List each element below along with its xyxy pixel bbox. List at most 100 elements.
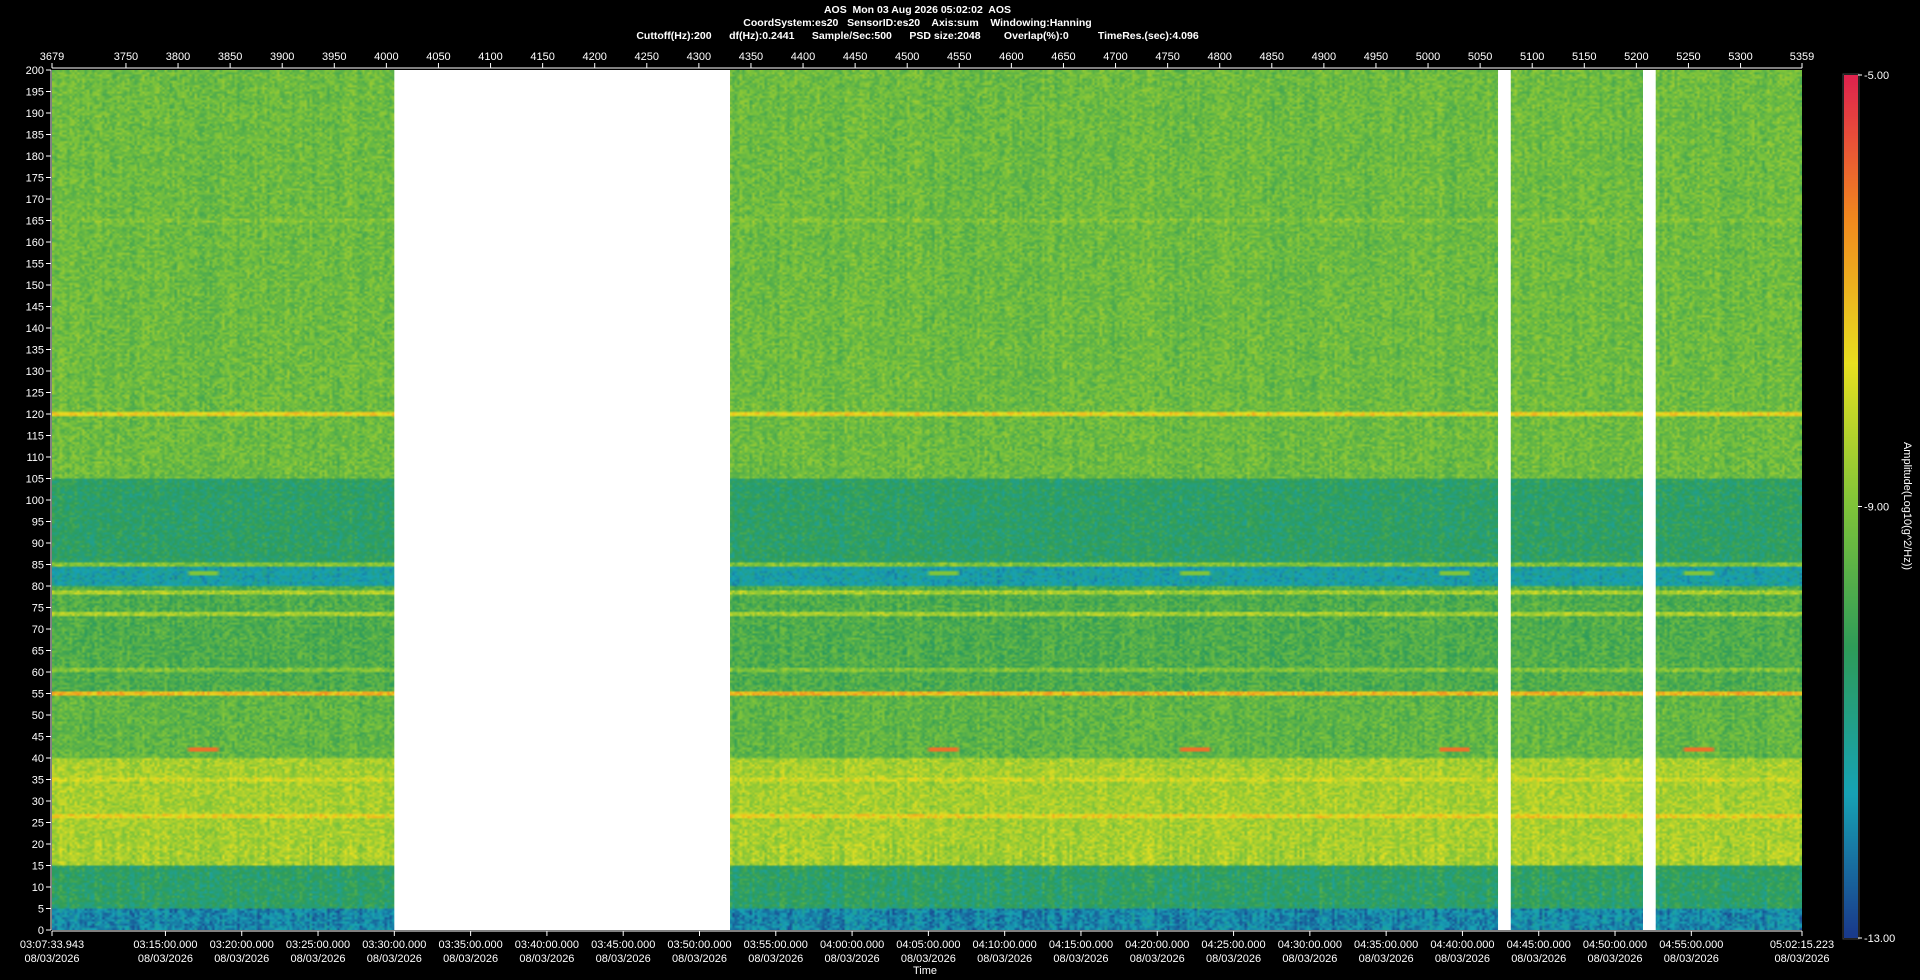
time-tick-label: 04:15:00.000 (1049, 939, 1113, 951)
colorbar (1844, 75, 1858, 938)
y-tick-label: 170 (26, 194, 44, 206)
time-tick-label: 04:55:00.000 (1659, 939, 1723, 951)
y-tick-label: 95 (32, 517, 44, 529)
y-tick-label: 165 (26, 216, 44, 228)
y-tick-label: 30 (32, 796, 44, 808)
date-tick-label: 08/03/2026 (290, 953, 345, 965)
y-tick-label: 70 (32, 624, 44, 636)
colorbar-tick-label: -9.00 (1864, 502, 1889, 514)
time-tick-label: 05:02:15.223 (1770, 939, 1834, 951)
top-tick-label: 4450 (843, 51, 867, 63)
data-gap-0 (394, 70, 731, 930)
top-tick-label: 4750 (1155, 51, 1179, 63)
time-tick-label: 03:30:00.000 (362, 939, 426, 951)
date-tick-label: 08/03/2026 (977, 953, 1032, 965)
date-tick-label: 08/03/2026 (1511, 953, 1566, 965)
time-tick-label: 03:20:00.000 (210, 939, 274, 951)
time-tick-label: 03:55:00.000 (744, 939, 808, 951)
time-tick-label: 04:30:00.000 (1278, 939, 1342, 951)
x-axis-label: Time (913, 965, 937, 977)
time-tick-label: 03:07:33.943 (20, 939, 84, 951)
top-tick-label: 5359 (1790, 51, 1814, 63)
date-tick-label: 08/03/2026 (138, 953, 193, 965)
y-tick-label: 200 (26, 65, 44, 77)
y-tick-label: 20 (32, 839, 44, 851)
colorbar-label: Amplitude(Log10(g^2/Hz)) (1901, 442, 1913, 570)
date-tick-label: 08/03/2026 (672, 953, 727, 965)
y-tick-label: 80 (32, 581, 44, 593)
time-tick-label: 03:15:00.000 (133, 939, 197, 951)
time-tick-label: 04:00:00.000 (820, 939, 884, 951)
top-tick-label: 5200 (1624, 51, 1648, 63)
y-tick-label: 105 (26, 474, 44, 486)
colorbar-ticks: -5.00 -9.00 -13.00 (1858, 70, 1895, 945)
y-tick-label: 75 (32, 603, 44, 615)
y-tick-label: 110 (26, 452, 44, 464)
time-tick-label: 03:50:00.000 (667, 939, 731, 951)
date-tick-label: 08/03/2026 (519, 953, 574, 965)
date-tick-label: 08/03/2026 (596, 953, 651, 965)
colorbar-tick-label: -13.00 (1864, 933, 1895, 945)
time-tick-label: 03:25:00.000 (286, 939, 350, 951)
time-tick-label: 04:40:00.000 (1430, 939, 1494, 951)
colorbar-tick-label: -5.00 (1864, 70, 1889, 82)
top-tick-label: 4000 (374, 51, 398, 63)
top-tick-label: 3679 (40, 51, 64, 63)
top-tick-label: 5150 (1572, 51, 1596, 63)
top-tick-label: 4650 (1051, 51, 1075, 63)
top-tick-label: 5250 (1676, 51, 1700, 63)
spectrogram-chart: 3679 3750 3800 3850 3900 3950 4000 4050 4100 4150… (20, 51, 1913, 977)
y-tick-label: 90 (32, 538, 44, 550)
y-tick-label: 130 (26, 366, 44, 378)
date-tick-label: 08/03/2026 (214, 953, 269, 965)
y-tick-label: 65 (32, 646, 44, 658)
date-tick-label: 08/03/2026 (1435, 953, 1490, 965)
y-tick-label: 115 (26, 431, 44, 443)
top-tick-label: 4250 (635, 51, 659, 63)
time-tick-label: 04:35:00.000 (1354, 939, 1418, 951)
date-tick-label: 08/03/2026 (1587, 953, 1642, 965)
date-tick-label: 08/03/2026 (901, 953, 956, 965)
y-tick-label: 60 (32, 667, 44, 679)
y-tick-label: 125 (26, 388, 44, 400)
y-tick-label: 185 (26, 130, 44, 142)
time-tick-label: 03:35:00.000 (438, 939, 502, 951)
time-tick-label: 04:45:00.000 (1507, 939, 1571, 951)
date-tick-label: 08/03/2026 (748, 953, 803, 965)
top-tick-label: 4300 (687, 51, 711, 63)
top-tick-label: 4600 (999, 51, 1023, 63)
data-gap-1 (1498, 70, 1511, 930)
y-tick-label: 160 (26, 237, 44, 249)
time-tick-label: 04:10:00.000 (973, 939, 1037, 951)
time-tick-label: 04:50:00.000 (1583, 939, 1647, 951)
top-tick-label: 4150 (530, 51, 554, 63)
y-tick-label: 190 (26, 108, 44, 120)
y-tick-label: 150 (26, 280, 44, 292)
date-tick-label: 08/03/2026 (367, 953, 422, 965)
time-tick-label: 03:45:00.000 (591, 939, 655, 951)
top-tick-label: 4550 (947, 51, 971, 63)
top-tick-label: 3950 (322, 51, 346, 63)
top-tick-label: 4350 (739, 51, 763, 63)
top-tick-label: 5300 (1728, 51, 1752, 63)
y-tick-label: 10 (32, 882, 44, 894)
y-tick-label: 195 (26, 87, 44, 99)
y-tick-label: 25 (32, 818, 44, 830)
y-tick-label: 100 (26, 495, 44, 507)
time-axis: 03:07:33.943 08/03/2026 03:15:00.000 08/03/… (20, 930, 1834, 965)
y-tick-label: 120 (26, 409, 44, 421)
top-tick-label: 4700 (1103, 51, 1127, 63)
y-tick-label: 0 (38, 925, 44, 937)
y-tick-label: 180 (26, 151, 44, 163)
date-tick-label: 08/03/2026 (24, 953, 79, 965)
date-tick-label: 08/03/2026 (1359, 953, 1414, 965)
y-tick-label: 40 (32, 753, 44, 765)
top-tick-label: 4950 (1364, 51, 1388, 63)
y-tick-label: 35 (32, 775, 44, 787)
top-tick-label: 4500 (895, 51, 919, 63)
date-tick-label: 08/03/2026 (1282, 953, 1337, 965)
top-tick-label: 4050 (426, 51, 450, 63)
top-tick-label: 4200 (582, 51, 606, 63)
top-tick-label: 3900 (270, 51, 294, 63)
date-tick-label: 08/03/2026 (1664, 953, 1719, 965)
